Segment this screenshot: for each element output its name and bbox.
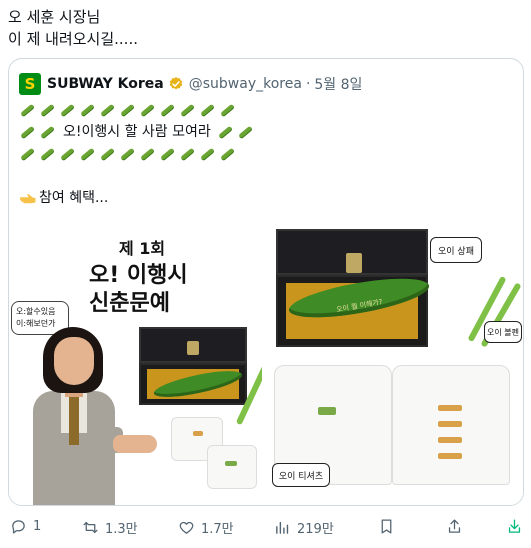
retweet-icon	[83, 521, 98, 534]
bookmark-icon	[381, 519, 392, 534]
speech-bubble-line-2: 이:해보던가	[16, 319, 56, 328]
pointing-hand-icon	[19, 193, 36, 204]
cucumber-icon	[199, 146, 215, 162]
share-button[interactable]	[446, 518, 469, 535]
retweet-button[interactable]: 1.3만	[82, 518, 138, 537]
cucumber-icon	[159, 146, 175, 162]
quoted-tweet-header: S SUBWAY Korea @subway_korea · 5월 8일	[19, 73, 362, 95]
label-tshirt: 오이 티셔츠	[272, 463, 330, 487]
verified-badge-icon	[169, 77, 183, 90]
prizes-image[interactable]: 오이 뭘 이해가? 오이 상패 오이 볼펜 오이 티셔츠	[262, 217, 523, 505]
trophy-box-clasp-small	[187, 341, 199, 355]
cucumber-icon	[79, 146, 95, 162]
label-tshirt-text: 오이 티셔츠	[278, 471, 324, 482]
share-icon	[448, 519, 461, 533]
cucumber-emoji-row-3	[19, 143, 509, 165]
cucumber-icon	[19, 146, 35, 162]
cucumber-emoji-row-1	[19, 99, 509, 121]
quoted-author-name[interactable]: SUBWAY Korea	[47, 76, 164, 92]
person-hand	[113, 435, 157, 453]
heart-icon	[179, 521, 194, 534]
like-count: 1.7만	[201, 522, 234, 537]
views-count: 219만	[297, 522, 334, 537]
quoted-tweet-date[interactable]: 5월 8일	[314, 74, 362, 94]
quoted-tweet-body: 오!이행시 할 사람 모여라 참여 혜택...	[19, 99, 509, 209]
person-tie	[69, 397, 79, 445]
cucumber-icon	[219, 102, 235, 118]
separator-dot: ·	[305, 76, 311, 92]
cucumber-icon	[99, 146, 115, 162]
views-chart-icon	[276, 521, 289, 534]
tweet-actions-bar: 1 1.3만 1.7만 219만	[0, 512, 531, 542]
cucumber-icon	[39, 146, 55, 162]
cucumber-icon	[59, 102, 75, 118]
cucumber-emoji-row-2: 오!이행시 할 사람 모여라	[19, 121, 509, 143]
cucumber-print	[225, 461, 237, 466]
like-button[interactable]: 1.7만	[178, 518, 234, 537]
reply-icon	[12, 520, 25, 534]
cucumber-icon	[179, 102, 195, 118]
cucumber-icon	[119, 102, 135, 118]
cucumber-icon	[219, 146, 235, 162]
cucumber-icon	[39, 102, 55, 118]
retweet-count: 1.3만	[105, 522, 138, 537]
cucumber-icon	[59, 146, 75, 162]
subway-logo-avatar[interactable]: S	[19, 73, 41, 95]
download-icon	[508, 519, 521, 533]
cucumber-icon	[79, 102, 95, 118]
cucumber-icon	[99, 102, 115, 118]
person-face	[54, 337, 94, 385]
poster-title-edition: 제 1회	[119, 239, 166, 258]
poster-title-sub: 신춘문예	[89, 291, 170, 316]
sandwich-print-4	[438, 453, 462, 459]
quoted-tweet-headline: 오!이행시 할 사람 모여라	[63, 124, 211, 140]
benefit-line: 참여 혜택...	[19, 187, 509, 209]
label-trophy: 오이 상패	[430, 237, 482, 263]
tweet-text-line-2: 이 제 내려오시길.....	[8, 30, 138, 48]
sandwich-print-3	[438, 437, 462, 443]
bookmark-button[interactable]	[378, 518, 401, 535]
cucumber-icon	[39, 124, 55, 140]
trophy-box-clasp	[346, 253, 362, 273]
speech-bubble-line-1: 오:할수있음	[16, 307, 56, 316]
sandwich-print-1	[438, 405, 462, 411]
label-pen-text: 오이 볼펜	[487, 327, 519, 337]
cucumber-icon	[139, 146, 155, 162]
cucumber-icon	[179, 146, 195, 162]
quoted-author-handle[interactable]: @subway_korea	[189, 76, 302, 92]
cucumber-icon	[19, 124, 35, 140]
reply-button[interactable]: 1	[10, 518, 41, 535]
label-trophy-text: 오이 상패	[438, 246, 474, 257]
tweet-text-line-1: 오 세훈 시장님	[8, 8, 101, 26]
tweet-text: 오 세훈 시장님 이 제 내려오시길.....	[8, 6, 138, 50]
download-button[interactable]	[506, 518, 529, 535]
cucumber-icon	[159, 102, 175, 118]
quoted-tweet-card[interactable]: S SUBWAY Korea @subway_korea · 5월 8일 오!이…	[8, 58, 524, 506]
cucumber-icon	[199, 102, 215, 118]
cucumber-icon	[19, 102, 35, 118]
reply-count: 1	[33, 519, 42, 534]
views-button[interactable]: 219만	[274, 518, 334, 537]
media-grid: 제 1회 오! 이행시 신춘문예 오:할수있음 이:해보던가 오이 뭘 이해가?…	[9, 217, 523, 505]
sandwich-print	[193, 431, 203, 436]
cucumber-shirt-print	[318, 407, 336, 415]
sandwich-print-2	[438, 421, 462, 427]
cucumber-icon	[139, 102, 155, 118]
poster-image[interactable]: 제 1회 오! 이행시 신춘문예 오:할수있음 이:해보던가	[9, 217, 269, 505]
tshirt-small-2	[207, 445, 257, 489]
label-pen: 오이 볼펜	[484, 321, 522, 343]
cucumber-icon	[119, 146, 135, 162]
cucumber-icon	[217, 124, 233, 140]
cucumber-icon	[237, 124, 253, 140]
benefit-text: 참여 혜택...	[39, 190, 109, 206]
